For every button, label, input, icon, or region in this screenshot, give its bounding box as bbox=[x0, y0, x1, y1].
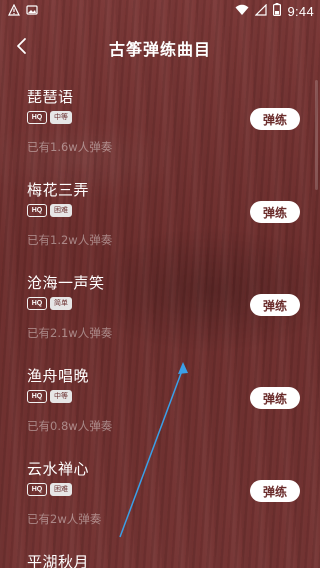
play-count: 已有0.8w人弹奏 bbox=[27, 419, 113, 433]
status-right: 9:44 bbox=[235, 3, 314, 19]
song-item: 渔舟唱晚 HQ 中等 已有0.8w人弹奏 弹练 bbox=[0, 353, 320, 446]
quality-badge: HQ bbox=[27, 390, 47, 403]
song-tags: HQ 中等 bbox=[27, 111, 72, 124]
song-tags: HQ 困难 bbox=[27, 483, 72, 496]
song-title[interactable]: 梅花三弄 bbox=[27, 179, 89, 200]
difficulty-badge: 困难 bbox=[50, 483, 72, 496]
song-item: 平湖秋月 bbox=[0, 539, 320, 568]
signal-icon bbox=[255, 3, 268, 19]
image-icon bbox=[26, 4, 38, 19]
play-count: 已有2.1w人弹奏 bbox=[27, 326, 113, 340]
quality-badge: HQ bbox=[27, 297, 47, 310]
song-title[interactable]: 琵琶语 bbox=[27, 86, 74, 107]
page-title: 古筝弹练曲目 bbox=[108, 40, 211, 59]
practice-button[interactable]: 弹练 bbox=[250, 294, 300, 316]
practice-button[interactable]: 弹练 bbox=[250, 480, 300, 502]
quality-badge: HQ bbox=[27, 483, 47, 496]
header: 古筝弹练曲目 bbox=[0, 22, 320, 74]
song-title[interactable]: 渔舟唱晚 bbox=[27, 365, 89, 386]
practice-button[interactable]: 弹练 bbox=[250, 201, 300, 223]
difficulty-badge: 困难 bbox=[50, 204, 72, 217]
song-title[interactable]: 沧海一声笑 bbox=[27, 272, 105, 293]
song-title[interactable]: 云水禅心 bbox=[27, 458, 89, 479]
song-item: 沧海一声笑 HQ 简单 已有2.1w人弹奏 弹练 bbox=[0, 260, 320, 353]
difficulty-badge: 中等 bbox=[50, 111, 72, 124]
practice-button[interactable]: 弹练 bbox=[250, 387, 300, 409]
quality-badge: HQ bbox=[27, 111, 47, 124]
practice-button[interactable]: 弹练 bbox=[250, 108, 300, 130]
song-tags: HQ 中等 bbox=[27, 390, 72, 403]
back-button[interactable] bbox=[10, 36, 34, 60]
song-tags: HQ 困难 bbox=[27, 204, 72, 217]
play-count: 已有1.6w人弹奏 bbox=[27, 140, 113, 154]
song-item: 云水禅心 HQ 困难 已有2w人弹奏 弹练 bbox=[0, 446, 320, 539]
song-list: 琵琶语 HQ 中等 已有1.6w人弹奏 弹练 梅花三弄 HQ 困难 已有1.2w… bbox=[0, 74, 320, 568]
song-item: 梅花三弄 HQ 困难 已有1.2w人弹奏 弹练 bbox=[0, 167, 320, 260]
status-time: 9:44 bbox=[287, 3, 314, 19]
chevron-left-icon bbox=[15, 37, 29, 59]
play-count: 已有1.2w人弹奏 bbox=[27, 233, 113, 247]
quality-badge: HQ bbox=[27, 204, 47, 217]
battery-icon bbox=[273, 3, 282, 19]
status-left bbox=[8, 3, 38, 19]
status-bar: 9:44 bbox=[0, 0, 320, 22]
difficulty-badge: 中等 bbox=[50, 390, 72, 403]
play-count: 已有2w人弹奏 bbox=[27, 512, 102, 526]
warning-icon bbox=[8, 3, 20, 19]
difficulty-badge: 简单 bbox=[50, 297, 72, 310]
wifi-icon bbox=[235, 4, 249, 19]
song-tags: HQ 简单 bbox=[27, 297, 72, 310]
song-item: 琵琶语 HQ 中等 已有1.6w人弹奏 弹练 bbox=[0, 74, 320, 167]
song-title[interactable]: 平湖秋月 bbox=[27, 551, 89, 568]
